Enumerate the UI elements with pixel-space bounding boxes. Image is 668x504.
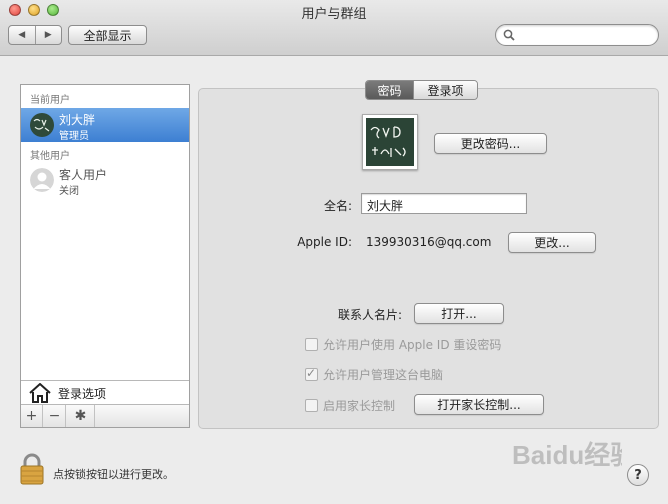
show-all-button[interactable]: 全部显示 <box>68 25 147 45</box>
full-name-input[interactable]: 刘大胖 <box>361 193 527 214</box>
user-picture[interactable] <box>362 114 418 170</box>
login-options-item[interactable]: 登录选项 <box>21 380 189 404</box>
tab-login-items[interactable]: 登录项 <box>413 81 477 99</box>
change-password-button[interactable]: 更改密码... <box>434 133 547 154</box>
baidu-watermark: Baidu经验 <box>512 433 636 476</box>
lock-button[interactable] <box>20 453 44 488</box>
user-name: 刘大胖 <box>59 113 96 127</box>
panel-tabs: 密码 登录项 <box>365 80 478 100</box>
search-field[interactable] <box>495 24 659 46</box>
allow-reset-password-checkbox[interactable] <box>305 337 318 351</box>
parental-controls-label: 启用家长控制 <box>323 398 396 413</box>
allow-admin-checkbox[interactable] <box>305 366 318 381</box>
guest-avatar-icon <box>30 168 54 192</box>
change-apple-id-button[interactable]: 更改... <box>508 232 596 253</box>
window-title: 用户与群组 <box>301 7 367 22</box>
open-contact-card-button[interactable]: 打开... <box>414 303 504 324</box>
allow-admin-label: 允许用户管理这台电脑 <box>323 367 444 382</box>
svg-text:Baidu经验: Baidu经验 <box>512 440 622 470</box>
other-users-header: 其他用户 <box>30 151 70 162</box>
help-button[interactable]: ? <box>627 464 649 486</box>
gear-icon: ✱ <box>74 408 87 424</box>
sidebar-user-guest[interactable]: 客人用户 关闭 <box>21 163 189 197</box>
add-user-button[interactable]: + <box>21 405 43 427</box>
gear-menu-button[interactable]: ✱ <box>67 405 95 427</box>
allow-reset-password-row[interactable]: 允许用户使用 Apple ID 重设密码 <box>305 336 501 352</box>
lock-icon <box>20 453 44 485</box>
forward-button[interactable]: ▶ <box>34 26 62 44</box>
login-options-label: 登录选项 <box>58 387 107 401</box>
open-parental-controls-button[interactable]: 打开家长控制... <box>414 394 544 415</box>
back-button[interactable]: ◀ <box>9 26 35 44</box>
full-name-label: 全名: <box>323 199 352 213</box>
allow-admin-row[interactable]: 允许用户管理这台电脑 <box>305 366 443 382</box>
user-role: 管理员 <box>59 131 89 142</box>
title-bar: 用户与群组 ◀ ▶ 全部显示 <box>0 0 668 56</box>
current-users-header: 当前用户 <box>30 95 70 106</box>
parental-controls-row[interactable]: 启用家长控制 <box>305 397 395 413</box>
apple-id-value: 139930316@qq.com <box>366 235 492 249</box>
remove-user-button[interactable]: − <box>44 405 66 427</box>
users-sidebar: 当前用户 刘大胖 管理员 其他用户 客人用户 关闭 登录选项 + − ✱ <box>20 84 190 428</box>
allow-reset-password-label: 允许用户使用 Apple ID 重设密码 <box>323 337 502 352</box>
user-name: 客人用户 <box>59 168 108 182</box>
house-icon <box>29 383 51 403</box>
user-avatar <box>30 113 54 137</box>
sidebar-user-liudapang[interactable]: 刘大胖 管理员 <box>21 108 189 142</box>
parental-controls-checkbox[interactable] <box>305 398 318 412</box>
apple-id-label: Apple ID: <box>297 235 352 249</box>
user-role: 关闭 <box>59 186 79 197</box>
search-icon <box>503 29 515 41</box>
back-forward-control: ◀ ▶ <box>8 25 62 45</box>
lock-instruction-text: 点按锁按钮以进行更改。 <box>53 468 174 481</box>
contact-card-label: 联系人名片: <box>337 308 402 322</box>
sidebar-action-bar: + − ✱ <box>21 404 189 427</box>
tab-password[interactable]: 密码 <box>366 81 413 99</box>
